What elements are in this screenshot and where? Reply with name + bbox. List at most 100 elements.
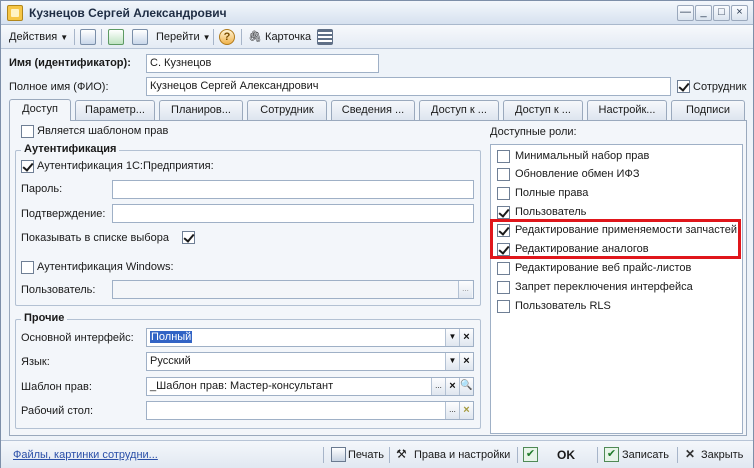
user-input[interactable] xyxy=(112,280,474,299)
print-button[interactable]: Печать xyxy=(348,446,384,464)
tab-access[interactable]: Доступ xyxy=(9,99,71,121)
auth-1c-checkbox[interactable] xyxy=(21,160,34,173)
tab-employee[interactable]: Сотрудник xyxy=(247,100,327,120)
tab-info[interactable]: Сведения ... xyxy=(331,100,415,120)
maximize-button[interactable]: □ xyxy=(713,5,730,21)
language-select[interactable]: Русский xyxy=(146,352,474,371)
role-item[interactable]: Полные права xyxy=(495,185,739,203)
close-icon: ✕ xyxy=(685,447,696,461)
role-checkbox[interactable] xyxy=(497,262,510,275)
password-input[interactable] xyxy=(112,180,474,199)
copy-icon[interactable] xyxy=(132,29,148,45)
role-checkbox[interactable] xyxy=(497,300,510,313)
tab-access-to-2[interactable]: Доступ к ... xyxy=(503,100,583,120)
show-in-list-checkbox[interactable] xyxy=(182,231,195,244)
actions-menu[interactable]: Действия ▼ xyxy=(6,28,71,46)
auth-windows-checkbox[interactable] xyxy=(21,261,34,274)
role-label: Редактирование веб прайс-листов xyxy=(515,262,692,274)
help-icon[interactable]: ? xyxy=(219,29,235,45)
save-button[interactable]: Записать xyxy=(622,446,669,464)
desktop-input[interactable] xyxy=(146,401,474,420)
show-in-list-label: Показывать в списке выбора xyxy=(21,232,169,244)
bottom-bar: Файлы, картинки сотрудни... Печать ⚒ Пра… xyxy=(1,440,753,468)
clear-icon[interactable]: × xyxy=(459,402,473,419)
search-icon[interactable]: 🔍 xyxy=(459,378,473,395)
template-checkbox[interactable] xyxy=(21,125,34,138)
interface-value: Полный xyxy=(150,331,193,343)
role-item[interactable]: Запрет переключения интерфейса xyxy=(495,279,739,297)
role-label: Запрет переключения интерфейса xyxy=(515,281,693,293)
refresh-icon[interactable] xyxy=(108,29,124,45)
rights-settings-button[interactable]: Права и настройки xyxy=(414,446,510,464)
chevron-down-icon[interactable]: ▼ xyxy=(445,329,459,346)
user-select-button[interactable]: ... xyxy=(458,281,472,298)
tab-access-to-1[interactable]: Доступ к ... xyxy=(419,100,499,120)
role-item[interactable]: Обновление обмен ИФЗ xyxy=(495,166,739,184)
role-label: Полные права xyxy=(515,187,589,199)
close-button[interactable]: Закрыть xyxy=(701,446,743,464)
template-label: Является шаблоном прав xyxy=(37,125,169,137)
clear-icon[interactable]: × xyxy=(445,378,459,395)
language-label: Язык: xyxy=(21,356,50,368)
print-card-icon: 🖇 xyxy=(248,31,262,43)
role-item[interactable]: Пользователь RLS xyxy=(495,298,739,316)
role-checkbox[interactable] xyxy=(497,187,510,200)
employee-checkbox[interactable] xyxy=(677,80,690,93)
tab-signatures[interactable]: Подписи xyxy=(671,100,745,120)
confirm-input[interactable] xyxy=(112,204,474,223)
role-item[interactable]: Минимальный набор прав xyxy=(495,148,739,166)
save-arrow-icon[interactable] xyxy=(80,29,96,45)
role-checkbox[interactable] xyxy=(497,224,510,237)
bottom-separator xyxy=(517,447,518,463)
role-checkbox[interactable] xyxy=(497,150,510,163)
tab-planning[interactable]: Планиров... xyxy=(159,100,243,120)
rights-template-label: Шаблон прав: xyxy=(21,381,92,393)
roles-list: Минимальный набор прав Обновление обмен … xyxy=(490,144,743,434)
tab-parameters[interactable]: Параметр... xyxy=(75,100,155,120)
toolbar-separator xyxy=(241,29,242,45)
interface-label: Основной интерфейс: xyxy=(21,332,134,344)
printer-icon xyxy=(331,447,346,462)
role-checkbox[interactable] xyxy=(497,168,510,181)
bottom-separator xyxy=(597,447,598,463)
close-window-button[interactable]: × xyxy=(731,5,748,21)
window-title: Кузнецов Сергей Александрович xyxy=(29,6,227,20)
role-item[interactable]: Редактирование аналогов xyxy=(495,241,739,259)
bottom-separator xyxy=(323,447,324,463)
list-icon[interactable] xyxy=(317,29,333,45)
role-checkbox[interactable] xyxy=(497,281,510,294)
name-input[interactable]: С. Кузнецов xyxy=(146,54,379,73)
clear-icon[interactable]: × xyxy=(459,329,473,346)
password-label: Пароль: xyxy=(21,183,63,195)
clear-icon[interactable]: × xyxy=(459,353,473,370)
toolbar-separator xyxy=(213,29,214,45)
tools-icon: ⚒ xyxy=(396,447,407,461)
auth-group-title: Аутентификация xyxy=(21,143,120,155)
role-item[interactable]: Пользователь xyxy=(495,204,739,222)
ok-check-icon: ✔ xyxy=(523,447,538,462)
user-card-window: Кузнецов Сергей Александрович — _ □ × Де… xyxy=(0,0,754,468)
chevron-down-icon[interactable]: ▼ xyxy=(445,353,459,370)
files-link[interactable]: Файлы, картинки сотрудни... xyxy=(13,449,158,461)
fullname-label: Полное имя (ФИО): xyxy=(9,81,109,93)
rights-template-input[interactable]: _Шаблон прав: Мастер-консультант xyxy=(146,377,474,396)
interface-select[interactable]: Полный xyxy=(146,328,474,347)
role-checkbox[interactable] xyxy=(497,206,510,219)
role-checkbox[interactable] xyxy=(497,243,510,256)
role-label: Пользователь RLS xyxy=(515,300,611,312)
fullname-input[interactable]: Кузнецов Сергей Александрович xyxy=(146,77,671,96)
select-button[interactable]: ... xyxy=(445,402,459,419)
extra-button[interactable]: — xyxy=(677,5,694,21)
chevron-down-icon: ▼ xyxy=(202,33,211,42)
role-label: Минимальный набор прав xyxy=(515,150,650,162)
confirm-label: Подтверждение: xyxy=(21,208,106,220)
other-group-title: Прочие xyxy=(21,312,68,324)
goto-menu[interactable]: Перейти ▼ xyxy=(153,28,214,46)
role-item[interactable]: Редактирование веб прайс-листов xyxy=(495,260,739,278)
role-item[interactable]: Редактирование применяемости запчастей xyxy=(495,222,739,240)
card-button[interactable]: 🖇 Карточка xyxy=(245,28,314,46)
tab-settings[interactable]: Настройк... xyxy=(587,100,667,120)
select-button[interactable]: ... xyxy=(431,378,445,395)
ok-button[interactable]: OK xyxy=(557,446,575,464)
minimize-button[interactable]: _ xyxy=(695,5,712,21)
